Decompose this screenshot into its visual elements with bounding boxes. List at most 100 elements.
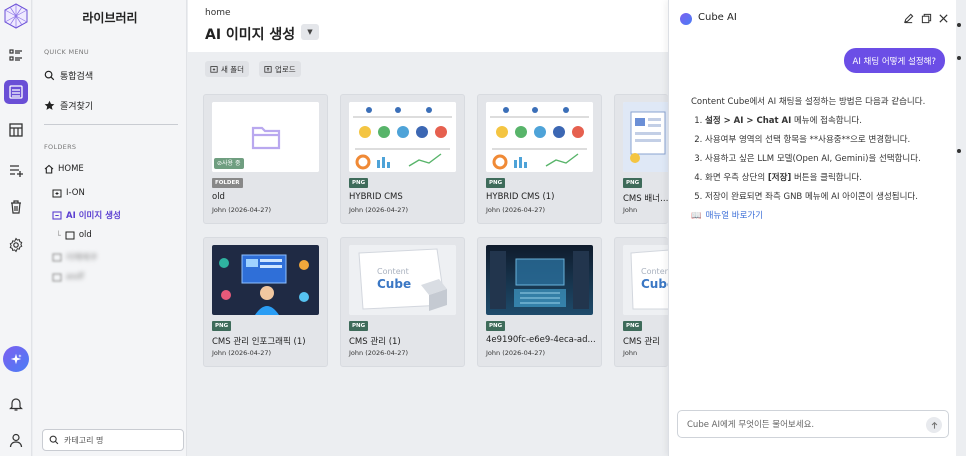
asset-card[interactable]: Content Cube PNG CMS 관리 (1) John (2026-0… bbox=[340, 237, 465, 367]
type-badge: PNG bbox=[623, 321, 643, 331]
tree-item-old[interactable]: └ old bbox=[56, 230, 92, 240]
card-meta: John (2026-04-27) bbox=[349, 206, 409, 214]
quick-menu-label: QUICK MENU bbox=[44, 48, 89, 56]
card-meta: John (2026-04-27) bbox=[212, 206, 272, 214]
folder-plus-icon bbox=[52, 273, 62, 282]
right-edge-strip bbox=[956, 0, 966, 456]
rail-trash-icon[interactable] bbox=[4, 195, 28, 219]
asset-card[interactable]: PNG HYBRID CMS (1) John (2026-04-27) bbox=[477, 94, 602, 224]
asset-card[interactable]: PNG HYBRID CMS John (2026-04-27) bbox=[340, 94, 465, 224]
asset-card[interactable]: PNG CMS 관리 인포그래픽 (1) John (2026-04-27) bbox=[203, 237, 328, 367]
thumb-text-cube: Cube bbox=[377, 277, 412, 291]
ai-steps-list: 설정 > AI > Chat AI 메뉴에 접속합니다. 사용여부 영역의 선택… bbox=[691, 114, 947, 205]
card-meta: John (2026-04-27) bbox=[486, 206, 546, 214]
upload-label: 업로드 bbox=[275, 64, 296, 74]
asset-card[interactable]: PNG CMS 배너 이 John bbox=[614, 94, 668, 224]
asset-card[interactable]: Content Cube PNG CMS 관리 John bbox=[614, 237, 668, 367]
tree-item-ai-image[interactable]: AI 이미지 생성 bbox=[52, 209, 121, 221]
cube-ai-panel: Cube AI AI 채팅 어떻게 설정해? Content Cube에서 AI… bbox=[668, 0, 956, 456]
card-meta: John bbox=[623, 206, 638, 214]
quick-item-search[interactable]: 통합검색 bbox=[44, 69, 93, 82]
user-message: AI 채팅 어떻게 설정해? bbox=[843, 48, 945, 73]
tree-item-blurred-1[interactable]: 이매에쿠 bbox=[52, 251, 97, 263]
new-folder-button[interactable]: 새 폴더 bbox=[205, 61, 250, 77]
folder-plus-icon bbox=[52, 253, 62, 262]
rail-table-icon[interactable] bbox=[4, 118, 28, 142]
card-thumbnail bbox=[212, 245, 319, 315]
card-thumbnail bbox=[486, 245, 593, 315]
ai-step: 사용여부 영역의 선택 항목을 **사용중**으로 변경합니다. bbox=[705, 133, 947, 148]
icon-rail bbox=[0, 0, 32, 456]
arrow-up-icon bbox=[931, 421, 937, 429]
rail-playlist-add-icon[interactable] bbox=[4, 158, 28, 182]
tree-old-label: old bbox=[78, 230, 92, 240]
user-icon[interactable] bbox=[4, 428, 28, 452]
copy-window-icon[interactable] bbox=[920, 12, 932, 24]
tree-connector: └ bbox=[56, 230, 61, 240]
rail-library-icon[interactable] bbox=[4, 80, 28, 104]
upload-button[interactable]: 업로드 bbox=[259, 61, 301, 77]
ai-step: 설정 > AI > Chat AI 메뉴에 접속합니다. bbox=[705, 114, 947, 129]
app-logo-icon[interactable] bbox=[3, 3, 29, 29]
type-badge: PNG bbox=[349, 178, 369, 188]
ai-step: 저장이 완료되면 좌측 GNB 메뉴에 AI 아이콘이 생성됩니다. bbox=[705, 190, 947, 205]
search-icon bbox=[49, 435, 59, 445]
quick-item-favorites[interactable]: 즐겨찾기 bbox=[44, 99, 93, 112]
asset-card[interactable]: ⊘사용 중 FOLDER old John (2026-04-27) bbox=[203, 94, 328, 224]
ai-response: Content Cube에서 AI 채팅을 설정하는 방법은 다음과 같습니다.… bbox=[691, 95, 947, 224]
upload-icon bbox=[264, 66, 272, 73]
folders-label: FOLDERS bbox=[44, 143, 77, 151]
bell-icon[interactable] bbox=[4, 392, 28, 416]
manual-link[interactable]: 📖 매뉴얼 바로가기 bbox=[691, 209, 947, 224]
thumb-text-content: Content bbox=[641, 267, 668, 276]
ai-response-intro: Content Cube에서 AI 채팅을 설정하는 방법은 다음과 같습니다. bbox=[691, 97, 926, 107]
library-title: 라이브러리 bbox=[82, 11, 138, 25]
rail-settings-icon[interactable] bbox=[4, 233, 28, 257]
close-icon[interactable] bbox=[937, 12, 949, 24]
asset-card[interactable]: PNG 4e9190fc-e6e9-4eca-ad... John (2026-… bbox=[477, 237, 602, 367]
type-badge: PNG bbox=[212, 321, 232, 331]
edge-control-icon bbox=[956, 14, 962, 27]
quick-item-search-label: 통합검색 bbox=[60, 72, 94, 82]
tree-blurred-1-label: 이매에쿠 bbox=[66, 253, 98, 263]
ai-panel-title: Cube AI bbox=[698, 12, 737, 23]
type-badge: PNG bbox=[486, 178, 506, 188]
ai-panel-header: Cube AI bbox=[669, 0, 957, 36]
tree-blurred-2-label: asdf bbox=[66, 272, 85, 282]
in-use-badge: ⊘사용 중 bbox=[214, 158, 244, 169]
tree-ion-label: I-ON bbox=[66, 188, 85, 198]
card-name: HYBRID CMS bbox=[349, 192, 403, 202]
card-thumbnail: ⊘사용 중 bbox=[212, 102, 319, 172]
tree-item-home[interactable]: HOME bbox=[44, 164, 84, 174]
type-badge: PNG bbox=[349, 321, 369, 331]
new-folder-label: 새 폴더 bbox=[221, 64, 245, 74]
breadcrumb[interactable]: home bbox=[205, 8, 231, 18]
folder-plus-icon bbox=[52, 189, 62, 198]
card-meta: John (2026-04-27) bbox=[486, 349, 546, 357]
card-name: HYBRID CMS (1) bbox=[486, 192, 555, 202]
type-badge: PNG bbox=[623, 178, 643, 188]
book-icon: 📖 bbox=[691, 211, 702, 221]
divider bbox=[44, 124, 178, 125]
title-dropdown-button[interactable]: ▼ bbox=[301, 24, 319, 40]
manual-link-label: 매뉴얼 바로가기 bbox=[705, 211, 764, 221]
main-header: home AI 이미지 생성 ▼ bbox=[188, 0, 668, 52]
ai-sparkle-icon[interactable] bbox=[3, 346, 29, 372]
edit-icon[interactable] bbox=[902, 12, 914, 24]
page-title: AI 이미지 생성 bbox=[205, 27, 296, 43]
tree-item-ion[interactable]: I-ON bbox=[52, 188, 85, 198]
quick-item-favorites-label: 즐겨찾기 bbox=[60, 102, 94, 112]
ai-chat-input[interactable]: Cube AI에게 무엇이든 물어보세요. bbox=[677, 410, 949, 438]
card-name: CMS 배너 이 bbox=[623, 194, 668, 204]
rail-list-icon[interactable] bbox=[4, 43, 28, 67]
type-badge: FOLDER bbox=[212, 178, 243, 188]
card-name: CMS 관리 bbox=[623, 337, 661, 347]
star-icon bbox=[44, 100, 55, 110]
caret-down-icon: ▼ bbox=[307, 28, 313, 36]
library-panel: 라이브러리 QUICK MENU 통합검색 즐겨찾기 FOLDERS HOME … bbox=[33, 0, 187, 456]
category-search-input[interactable]: 카테고리 명 bbox=[42, 429, 184, 451]
thumb-text-content: Content bbox=[377, 267, 409, 276]
send-button[interactable] bbox=[926, 417, 942, 433]
tree-item-blurred-2[interactable]: asdf bbox=[52, 272, 84, 282]
home-icon bbox=[44, 164, 54, 174]
